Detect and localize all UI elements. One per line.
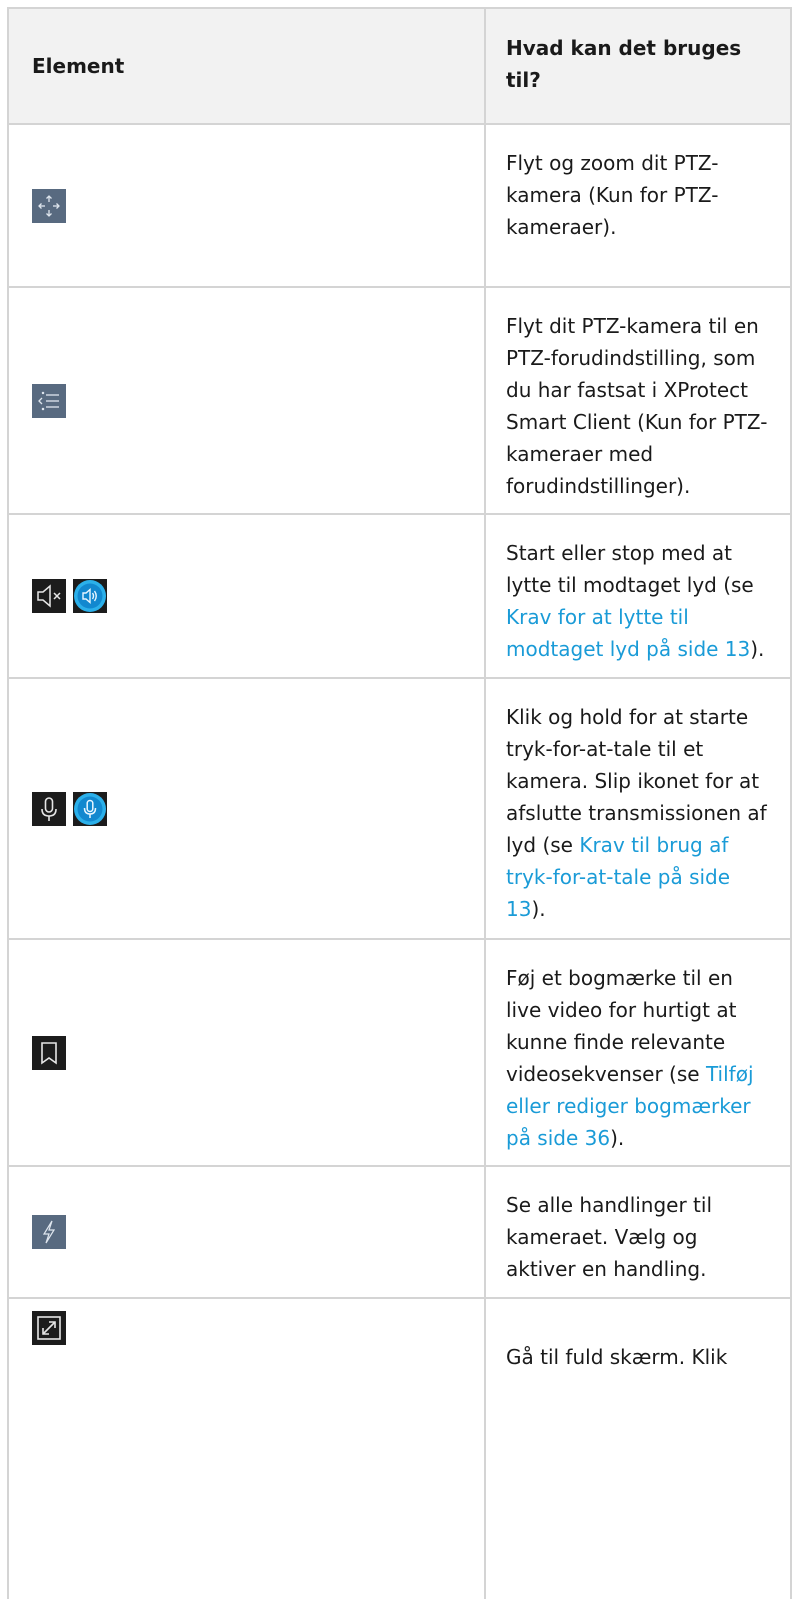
microphone-active-icon[interactable] xyxy=(73,791,107,826)
icon-cell xyxy=(9,125,486,286)
header-element: Element xyxy=(9,9,486,123)
table-row: Klik og hold for at starte tryk-for-at-t… xyxy=(9,679,792,940)
icon-cell xyxy=(9,940,486,1165)
icon-cell xyxy=(9,1167,486,1297)
speaker-active-icon[interactable] xyxy=(73,579,107,613)
header-usage: Hvad kan det bruges til? xyxy=(486,9,792,123)
lightning-action-icon[interactable] xyxy=(32,1215,66,1249)
usage-text: Gå til fuld skærm. Klik xyxy=(486,1299,792,1599)
table-row: Flyt og zoom dit PTZ-kamera (Kun for PTZ… xyxy=(9,125,792,288)
feature-table: Element Hvad kan det bruges til? Flyt og… xyxy=(7,7,792,1599)
bookmark-icon[interactable] xyxy=(32,1035,66,1070)
usage-text: Se alle handlinger til kameraet. Vælg og… xyxy=(486,1167,792,1297)
table-row: Føj et bogmærke til en live video for hu… xyxy=(9,940,792,1167)
speaker-muted-icon[interactable] xyxy=(32,579,66,613)
table-row: Se alle handlinger til kameraet. Vælg og… xyxy=(9,1167,792,1299)
fullscreen-icon[interactable] xyxy=(32,1311,66,1345)
ptz-move-icon[interactable] xyxy=(32,188,66,223)
usage-text: Start eller stop med at lytte til modtag… xyxy=(486,515,792,677)
icon-cell xyxy=(9,288,486,513)
icon-cell xyxy=(9,1299,486,1599)
usage-text: Føj et bogmærke til en live video for hu… xyxy=(486,940,792,1165)
microphone-icon[interactable] xyxy=(32,791,66,826)
icon-cell xyxy=(9,515,486,677)
ptz-preset-list-icon[interactable] xyxy=(32,383,66,418)
requirement-link[interactable]: Krav for at lytte til modtaget lyd på si… xyxy=(506,605,750,661)
table-row: Start eller stop med at lytte til modtag… xyxy=(9,515,792,679)
usage-text: Flyt og zoom dit PTZ-kamera (Kun for PTZ… xyxy=(486,125,792,286)
usage-text: Flyt dit PTZ-kamera til en PTZ-forudinds… xyxy=(486,288,792,513)
table-row: Flyt dit PTZ-kamera til en PTZ-forudinds… xyxy=(9,288,792,515)
icon-cell xyxy=(9,679,486,938)
usage-text: Klik og hold for at starte tryk-for-at-t… xyxy=(486,679,792,938)
table-row: Gå til fuld skærm. Klik xyxy=(9,1299,792,1599)
table-header-row: Element Hvad kan det bruges til? xyxy=(9,9,792,125)
